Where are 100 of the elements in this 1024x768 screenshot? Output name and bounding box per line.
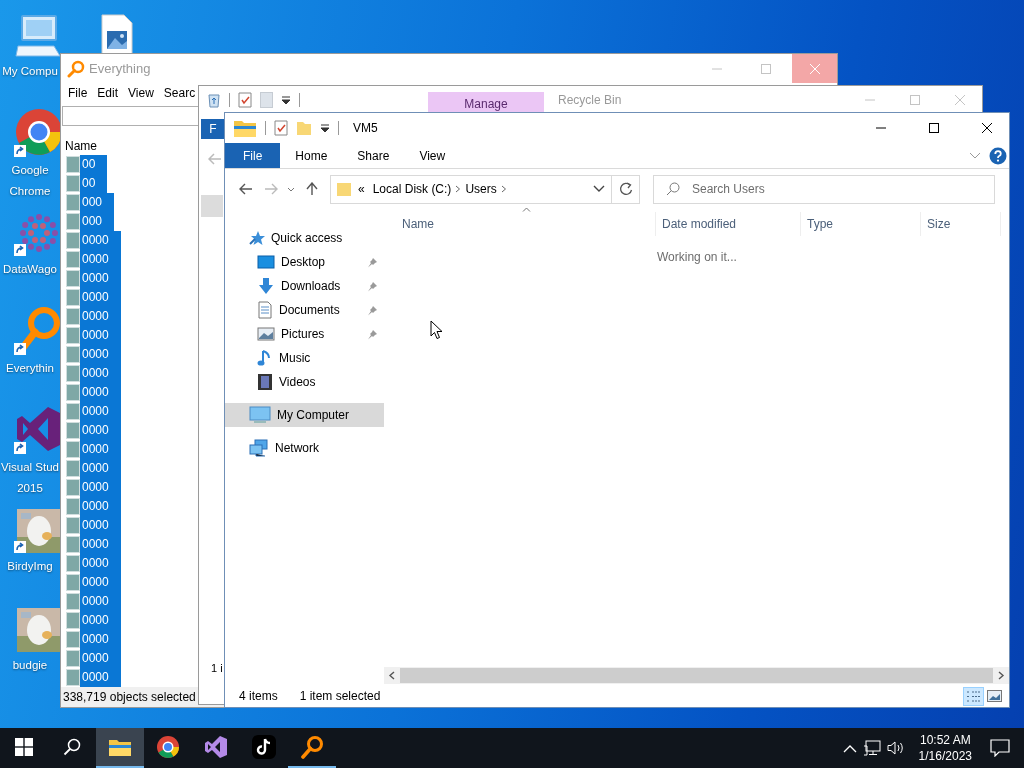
partial-ribbon-tab[interactable]: F (201, 119, 225, 139)
file-name[interactable]: 0000 (80, 535, 121, 554)
thumbnail-icon (987, 690, 1002, 702)
file-icon (66, 175, 80, 192)
context-tab[interactable]: Manage (428, 92, 544, 113)
file-name[interactable]: 0000 (80, 573, 121, 592)
close-icon (953, 93, 966, 106)
icon-label: BirdyImg (6, 559, 54, 574)
menu-item[interactable]: View (123, 86, 159, 100)
search-field[interactable]: Search Users (653, 174, 995, 204)
menu-item[interactable]: File (62, 86, 93, 100)
file-name[interactable]: 0000 (80, 307, 121, 326)
taskbar-app-button[interactable] (96, 728, 144, 768)
file-icon (66, 251, 80, 268)
file-name[interactable]: 00 (80, 174, 108, 193)
file-name[interactable]: 0000 (80, 383, 121, 402)
icon-label: budgie (11, 658, 49, 673)
file-name[interactable]: 0000 (80, 421, 121, 440)
file-name[interactable]: 0000 (80, 326, 121, 345)
file-name[interactable]: 0000 (80, 497, 121, 516)
file-icon (66, 536, 80, 553)
chevron-down-icon[interactable] (969, 151, 981, 160)
forward-arrow-icon (263, 183, 278, 195)
file-name[interactable]: 0000 (80, 611, 121, 630)
network-icon[interactable] (862, 740, 881, 756)
column-header[interactable]: Date modified (656, 212, 801, 236)
pictures-icon (257, 326, 275, 342)
file-name[interactable]: 0000 (80, 649, 121, 668)
status-text: 1 i (211, 662, 223, 674)
column-header[interactable]: Size (921, 212, 1001, 236)
file-icon (66, 422, 80, 439)
dropdown-icon[interactable] (593, 185, 605, 193)
file-icon (66, 346, 80, 363)
ribbon-tab[interactable]: File (225, 143, 281, 168)
search-icon (666, 181, 680, 196)
icon-label: Everythin (5, 361, 55, 376)
breadcrumb[interactable]: Users (461, 182, 501, 196)
dropdown-icon[interactable] (281, 94, 291, 105)
file-name[interactable]: 0000 (80, 250, 121, 269)
breadcrumb[interactable]: Local Disk (C:) (368, 182, 456, 196)
ribbon-tab[interactable]: Share (342, 143, 405, 168)
file-name[interactable]: 0000 (80, 364, 121, 383)
file-name[interactable]: 0000 (80, 554, 121, 573)
network-icon (249, 439, 269, 457)
chevron-right-icon[interactable] (455, 185, 462, 193)
address-bar[interactable]: « Local Disk (C:) Users (330, 174, 640, 204)
file-name[interactable]: 0000 (80, 668, 121, 687)
nav-item[interactable]: Music (225, 346, 384, 370)
file-icon (66, 479, 80, 496)
menu-item[interactable]: Edit (92, 86, 124, 100)
nav-item[interactable]: Network (225, 436, 384, 460)
file-name[interactable]: 0000 (80, 288, 121, 307)
file-icon (66, 498, 80, 515)
file-name[interactable]: 0000 (80, 592, 121, 611)
close-icon (980, 122, 993, 134)
file-icon (66, 555, 80, 572)
nav-item[interactable]: Videos (225, 370, 384, 394)
volume-icon[interactable] (886, 740, 905, 756)
column-header[interactable]: Type (801, 212, 921, 236)
file-name[interactable]: 0000 (80, 440, 121, 459)
chevron-right-icon[interactable] (500, 185, 507, 193)
horizontal-scrollbar[interactable] (384, 667, 1009, 684)
file-icon (66, 403, 80, 420)
nav-item[interactable]: My Computer (225, 403, 384, 427)
file-name[interactable]: 0000 (80, 269, 121, 288)
nav-item[interactable]: Downloads (225, 274, 384, 298)
time-text: 10:52 AM (919, 732, 971, 748)
column-header[interactable]: Name (384, 212, 656, 236)
file-name[interactable]: 0000 (80, 402, 121, 421)
file-name[interactable]: 000 (80, 193, 115, 212)
file-icon (66, 517, 80, 534)
ribbon-tab[interactable]: View (404, 143, 461, 168)
menu-item[interactable]: Searc (158, 86, 196, 100)
nav-item[interactable]: Desktop (225, 250, 384, 274)
dropdown-icon[interactable] (320, 123, 330, 133)
file-icon (66, 232, 80, 249)
maximize-icon (908, 93, 921, 106)
chevron-up-icon[interactable] (842, 743, 857, 753)
file-icon (66, 213, 80, 230)
back-arrow-icon (238, 183, 253, 195)
ribbon-tab[interactable]: Home (280, 143, 343, 168)
nav-item[interactable]: Documents (225, 298, 384, 322)
file-name[interactable]: 000 (80, 212, 115, 231)
nav-item[interactable]: Pictures (225, 322, 384, 346)
file-name[interactable]: 00 (80, 155, 108, 174)
file-name[interactable]: 0000 (80, 345, 121, 364)
nav-item[interactable]: Quick access (225, 226, 384, 250)
help-icon[interactable] (989, 146, 1007, 165)
column-header[interactable]: Name (65, 139, 97, 153)
overflow-marker[interactable]: « (354, 182, 369, 196)
icon-label: Visual Stud (0, 460, 60, 475)
file-name[interactable]: 0000 (80, 516, 121, 535)
clock[interactable]: 10:52 AM 1/16/2023 (918, 732, 972, 764)
file-name[interactable]: 0000 (80, 630, 121, 649)
file-name[interactable]: 0000 (80, 459, 121, 478)
file-name[interactable]: 0000 (80, 478, 121, 497)
file-name[interactable]: 0000 (80, 231, 121, 250)
star-icon (249, 230, 265, 246)
up-arrow-icon (305, 182, 318, 196)
notification-icon[interactable] (990, 739, 1010, 757)
